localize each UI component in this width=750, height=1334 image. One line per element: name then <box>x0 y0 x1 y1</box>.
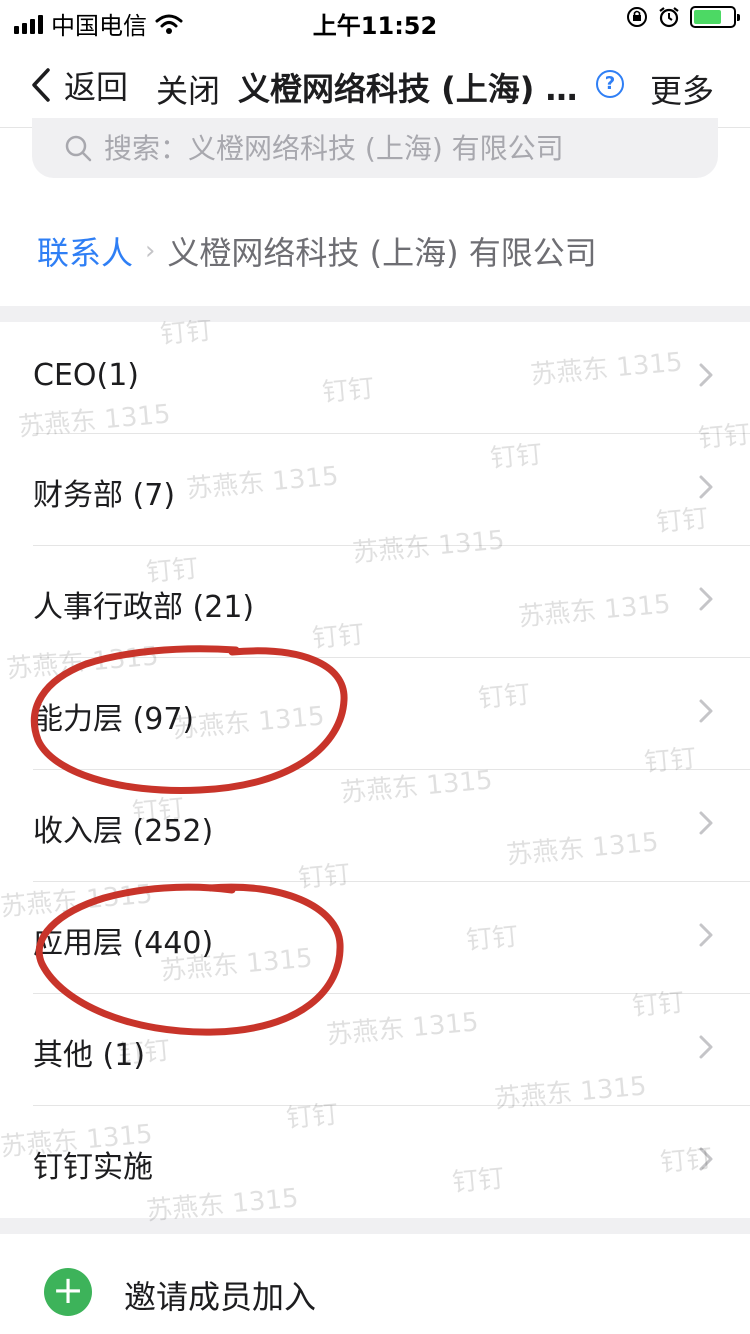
section-gap <box>0 1218 750 1234</box>
chevron-right-icon <box>699 1035 713 1059</box>
more-button[interactable]: 更多 <box>650 66 714 112</box>
plus-icon: + <box>44 1268 92 1316</box>
chevron-right-icon <box>699 587 713 611</box>
list-item-label: 应用层 (440) <box>33 926 214 961</box>
chevron-right-icon <box>699 923 713 947</box>
breadcrumb-separator: › <box>145 236 156 266</box>
chevron-right-icon <box>699 1147 713 1171</box>
list-item[interactable]: 人事行政部 (21) <box>0 546 750 658</box>
help-icon[interactable]: ? <box>596 70 624 98</box>
list-item[interactable]: 钉钉实施 <box>0 1106 750 1218</box>
invite-member-row[interactable]: + 邀请成员加入 <box>0 1234 750 1334</box>
list-item-label: 能力层 (97) <box>33 702 195 737</box>
back-button[interactable]: 返回 <box>30 62 128 108</box>
breadcrumb-root[interactable]: 联系人 <box>37 228 133 274</box>
status-right <box>626 6 740 28</box>
list-item[interactable]: 能力层 (97) <box>0 658 750 770</box>
list-item[interactable]: 应用层 (440) <box>0 882 750 994</box>
chevron-right-icon <box>699 699 713 723</box>
chevron-right-icon <box>699 475 713 499</box>
nav-bar: 返回 关闭 义橙网络科技 (上海) 有限公司 ? 更多 <box>0 40 750 128</box>
breadcrumb-current: 义橙网络科技 (上海) 有限公司 <box>167 234 597 272</box>
battery-icon <box>690 6 740 28</box>
section-gap <box>0 306 750 322</box>
list-item[interactable]: 财务部 (7) <box>0 434 750 546</box>
back-label: 返回 <box>64 68 129 106</box>
search-bar[interactable] <box>32 118 718 178</box>
department-list: CEO(1) 财务部 (7) 人事行政部 (21) 能力层 (97) 收入层 (… <box>0 322 750 1218</box>
breadcrumb: 联系人 › 义橙网络科技 (上海) 有限公司 <box>37 228 597 274</box>
list-item-label: 财务部 (7) <box>33 478 176 513</box>
status-bar: 中国电信 上午11:52 <box>0 0 750 40</box>
chevron-left-icon <box>32 68 50 102</box>
alarm-icon <box>659 7 679 28</box>
orientation-lock-icon <box>627 7 647 27</box>
list-item-label: CEO(1) <box>33 358 140 393</box>
invite-label: 邀请成员加入 <box>124 1278 317 1316</box>
list-item[interactable]: 其他 (1) <box>0 994 750 1106</box>
list-item-label: 其他 (1) <box>33 1038 146 1073</box>
list-item[interactable]: 收入层 (252) <box>0 770 750 882</box>
chevron-right-icon <box>699 811 713 835</box>
list-item[interactable]: CEO(1) <box>0 322 750 434</box>
list-item-label: 人事行政部 (21) <box>33 590 255 625</box>
list-item-label: 钉钉实施 <box>33 1150 153 1185</box>
search-input[interactable] <box>104 131 664 165</box>
chevron-right-icon <box>699 363 713 387</box>
search-icon <box>65 135 92 162</box>
close-button[interactable]: 关闭 <box>156 66 220 112</box>
page-title: 义橙网络科技 (上海) 有限公司 <box>238 70 588 108</box>
list-item-label: 收入层 (252) <box>33 814 214 849</box>
